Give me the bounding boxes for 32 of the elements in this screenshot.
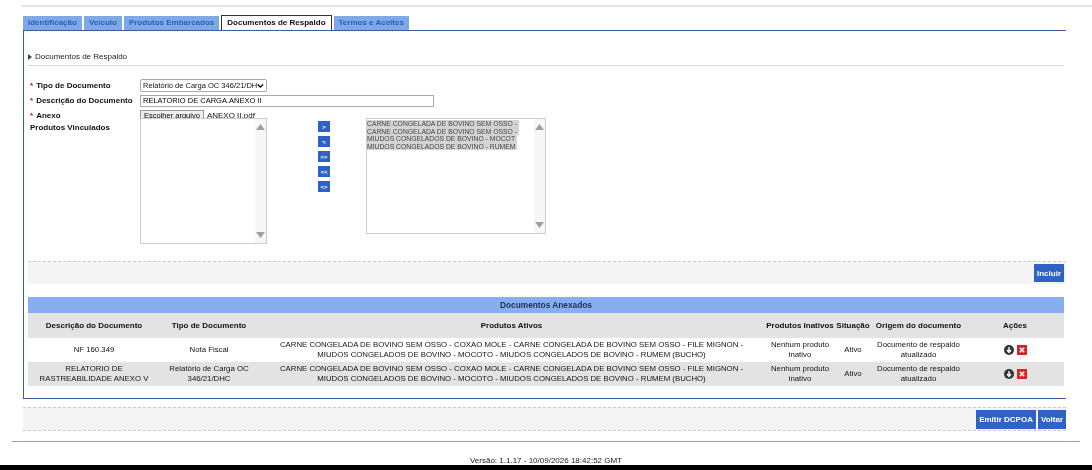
delete-icon[interactable] <box>1016 368 1027 379</box>
required-mark: * <box>30 111 34 120</box>
field-label: Produtos Vinculados <box>30 123 110 132</box>
scroll-up-icon[interactable] <box>256 124 265 130</box>
scroll-up-icon[interactable] <box>535 124 544 130</box>
table-title: Documentos Anexados <box>28 297 1064 313</box>
chevron-down-icon <box>257 82 264 89</box>
field-label: Anexo <box>36 111 61 120</box>
footer-button[interactable]: Voltar <box>1037 409 1066 429</box>
scroll-down-icon[interactable] <box>535 222 544 228</box>
column-header: Origem do documento <box>871 313 966 338</box>
scroll-down-icon[interactable] <box>256 232 265 238</box>
column-header: Tipo de Documento <box>160 313 258 338</box>
column-header: Ações <box>966 313 1064 338</box>
field-label: Tipo de Documento <box>36 81 111 90</box>
column-header: Descrição do Documento <box>28 313 160 338</box>
column-header: Produtos Ativos <box>258 313 765 338</box>
download-icon[interactable] <box>1003 344 1014 355</box>
footer-button[interactable]: Emitir DCPOA <box>976 409 1036 429</box>
version-text: Versão: 1.1.17 - 10/09/2026 18:42:52 GMT <box>468 456 624 465</box>
caret-icon <box>28 53 32 60</box>
column-header: Produtos Inativos <box>765 313 835 338</box>
column-header: Situação <box>835 313 871 338</box>
delete-icon[interactable] <box>1016 344 1027 355</box>
available-products-list[interactable] <box>140 118 267 244</box>
required-mark: * <box>30 81 34 90</box>
download-icon[interactable] <box>1003 368 1014 379</box>
tab[interactable]: Documentos de Respaldo <box>221 15 332 30</box>
field-label: Descrição do Documento <box>36 96 133 105</box>
required-mark: * <box>30 96 34 105</box>
include-button[interactable]: Incluir <box>1034 264 1064 282</box>
section-title: Documentos de Respaldo <box>35 52 128 61</box>
